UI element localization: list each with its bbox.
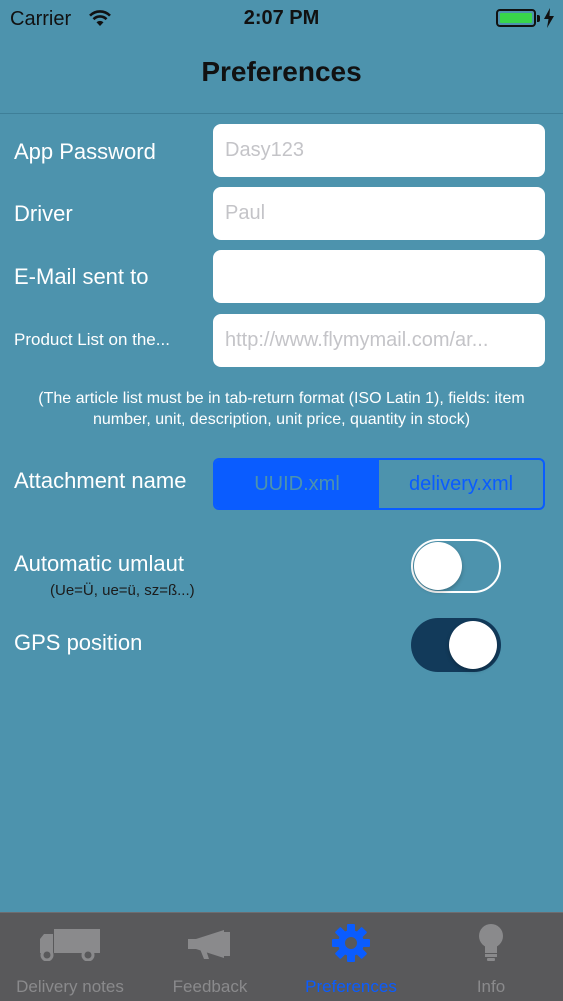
app-password-label: App Password <box>14 139 156 164</box>
tab-label: Info <box>476 977 506 996</box>
navigation-bar: Preferences <box>0 38 563 114</box>
lightbulb-icon <box>421 924 561 963</box>
tab-feedback[interactable]: Feedback <box>140 913 280 1001</box>
attachment-name-segmented-control: UUID.xml delivery.xml <box>213 458 545 510</box>
clock: 2:07 PM <box>243 7 320 29</box>
toggle-knob <box>449 621 497 669</box>
segment-delivery-xml[interactable]: delivery.xml <box>379 460 543 508</box>
email-label: E-Mail sent to <box>14 264 149 289</box>
charging-bolt-icon <box>543 8 555 33</box>
driver-field[interactable] <box>213 187 545 240</box>
product-list-label: Product List on the... <box>14 330 170 349</box>
gps-position-label: GPS position <box>14 630 143 655</box>
status-bar: Carrier 2:07 PM <box>0 0 563 38</box>
truck-icon <box>0 927 140 961</box>
battery-cap <box>537 15 540 22</box>
tab-info[interactable]: Info <box>421 913 561 1001</box>
megaphone-icon <box>140 927 280 961</box>
automatic-umlaut-toggle[interactable] <box>411 539 501 593</box>
tab-label: Feedback <box>172 977 248 996</box>
automatic-umlaut-label: Automatic umlaut <box>14 551 184 576</box>
format-note: (The article list must be in tab-return … <box>38 390 525 428</box>
product-list-url-field[interactable] <box>213 314 545 367</box>
attachment-name-label: Attachment name <box>14 468 187 493</box>
page-title: Preferences <box>201 56 362 87</box>
driver-label: Driver <box>14 201 73 226</box>
gps-position-toggle[interactable] <box>411 618 501 672</box>
app-password-field[interactable] <box>213 124 545 177</box>
tab-label: Delivery notes <box>16 977 124 996</box>
umlaut-hint: (Ue=Ü, ue=ü, sz=ß...) <box>50 582 195 599</box>
tab-delivery-notes[interactable]: Delivery notes <box>0 913 140 1001</box>
tab-preferences[interactable]: Preferences <box>281 913 421 1001</box>
gear-icon <box>281 924 421 963</box>
tab-label: Preferences <box>305 977 397 996</box>
segment-uuid-xml[interactable]: UUID.xml <box>215 460 379 508</box>
battery-icon <box>496 9 536 27</box>
email-field[interactable] <box>213 250 545 303</box>
toggle-knob <box>414 542 462 590</box>
tab-bar: Delivery notes Feedback Preferences Info <box>0 912 563 1001</box>
